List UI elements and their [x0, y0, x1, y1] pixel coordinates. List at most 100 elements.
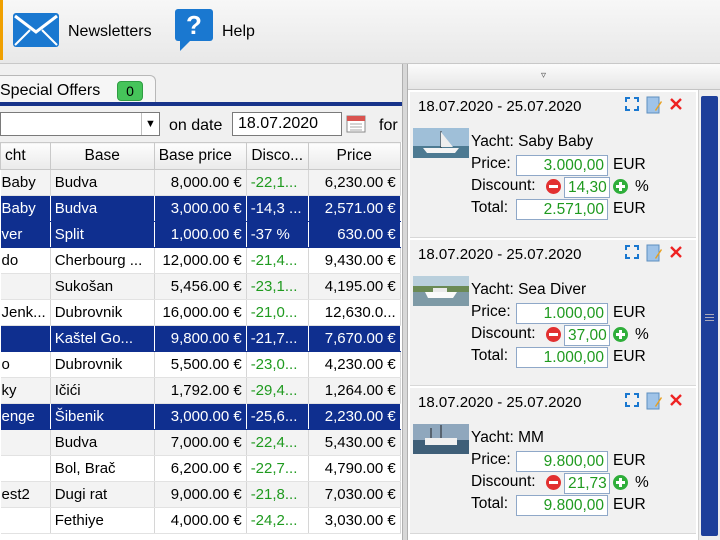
- cell-base: Ičići: [50, 377, 155, 404]
- help-button[interactable]: ? Help: [174, 8, 255, 56]
- offer-period: 18.07.2020 - 25.07.2020: [418, 98, 582, 115]
- cell-discount: -14,3 ...: [246, 195, 309, 222]
- envelope-icon: [12, 10, 60, 55]
- detail-scrollbar[interactable]: [698, 90, 720, 540]
- table-row[interactable]: Jenk... Dubrovnik 16,000.00 € -21,0... 12,63…: [0, 299, 401, 326]
- sort-indicator-icon[interactable]: ▿: [541, 70, 546, 81]
- close-icon[interactable]: [668, 244, 684, 265]
- close-icon[interactable]: [668, 392, 684, 413]
- discount-field[interactable]: 37,00: [564, 325, 610, 346]
- cell-discount: -21,4...: [246, 247, 309, 274]
- filter-combo[interactable]: ▼: [0, 112, 160, 136]
- cell-yacht: [0, 429, 51, 456]
- edge-marker: [0, 0, 3, 60]
- tab-special-offers[interactable]: Special Offers 0: [0, 75, 156, 105]
- cell-base-price: 5,500.00 €: [154, 351, 247, 378]
- table-row[interactable]: Fethiye 4,000.00 € -24,2... 3,030.00 €: [0, 507, 401, 534]
- cell-discount: -22,4...: [246, 429, 309, 456]
- table-row[interactable]: o Dubrovnik 5,500.00 € -23,0... 4,230.00 €: [0, 351, 401, 378]
- table-row[interactable]: ver Split 1,000.00 € -37 % 630.00 €: [0, 221, 401, 248]
- table-row[interactable]: ky Ičići 1,792.00 € -29,4... 1,264.00 €: [0, 377, 401, 404]
- cell-base-price: 9,000.00 €: [154, 481, 247, 508]
- offer-card[interactable]: 18.07.2020 - 25.07.2020 Yacht: Sea Diver P…: [410, 240, 696, 386]
- newsletters-button[interactable]: Newsletters: [12, 8, 152, 56]
- yacht-name: Yacht: Sea Diver: [471, 281, 587, 298]
- discount-field[interactable]: 21,73: [564, 473, 610, 494]
- price-field[interactable]: 3.000,00: [516, 155, 608, 176]
- decrease-discount-icon[interactable]: [546, 179, 561, 194]
- discount-label: Discount:: [471, 177, 536, 194]
- offer-actions: [624, 96, 694, 116]
- cell-yacht: o: [0, 351, 51, 378]
- cell-yacht: ky: [0, 377, 51, 404]
- price-field[interactable]: 9.800,00: [516, 451, 608, 472]
- decrease-discount-icon[interactable]: [546, 327, 561, 342]
- price-field[interactable]: 1.000,00: [516, 303, 608, 324]
- percent-label: %: [635, 326, 649, 343]
- increase-discount-icon[interactable]: [613, 327, 628, 342]
- cell-yacht: Baby: [0, 195, 51, 222]
- cell-base-price: 3,000.00 €: [154, 403, 247, 430]
- calendar-icon[interactable]: [345, 113, 367, 135]
- table-row[interactable]: est2 Dugi rat 9,000.00 € -21,8... 7,030.00 €: [0, 481, 401, 508]
- column-header-price[interactable]: Price: [307, 142, 401, 170]
- decrease-discount-icon[interactable]: [546, 475, 561, 490]
- price-label: Price:: [471, 303, 511, 320]
- yacht-name: Yacht: Saby Baby: [471, 133, 594, 150]
- yacht-photo[interactable]: [413, 128, 469, 158]
- column-header-discount[interactable]: Disco...: [245, 142, 309, 170]
- cell-price: 4,230.00 €: [308, 351, 401, 378]
- cell-discount: -24,2...: [246, 507, 309, 534]
- offer-actions: [624, 392, 694, 412]
- expand-icon[interactable]: [624, 96, 640, 117]
- table-row[interactable]: Bol, Brač 6,200.00 € -22,7... 4,790.00 €: [0, 455, 401, 482]
- close-icon[interactable]: [668, 96, 684, 117]
- cell-base: Dubrovnik: [50, 351, 155, 378]
- edit-document-icon[interactable]: [646, 244, 662, 267]
- total-field[interactable]: 9.800,00: [516, 495, 608, 516]
- total-field[interactable]: 1.000,00: [516, 347, 608, 368]
- table-row[interactable]: Budva 7,000.00 € -22,4... 5,430.00 €: [0, 429, 401, 456]
- scrollbar-thumb[interactable]: [701, 96, 718, 536]
- column-header-yacht[interactable]: cht: [0, 142, 51, 170]
- cell-discount: -25,6...: [246, 403, 309, 430]
- offers-grid: cht Base Base price Disco... Price Baby B…: [0, 142, 402, 540]
- offer-card[interactable]: 18.07.2020 - 25.07.2020 Yacht: Saby Baby P…: [410, 92, 696, 238]
- percent-label: %: [635, 474, 649, 491]
- table-row[interactable]: Baby Budva 8,000.00 € -22,1... 6,230.00 €: [0, 169, 401, 196]
- expand-icon[interactable]: [624, 244, 640, 265]
- column-header-base[interactable]: Base: [49, 142, 155, 170]
- tab-strip: Special Offers 0: [0, 64, 407, 105]
- currency-label: EUR: [613, 304, 646, 321]
- edit-document-icon[interactable]: [646, 96, 662, 119]
- cell-yacht: enge: [0, 403, 51, 430]
- offer-card[interactable]: 18.07.2020 - 25.07.2020 Yacht: MM Price: 9.…: [410, 388, 696, 534]
- increase-discount-icon[interactable]: [613, 179, 628, 194]
- table-row[interactable]: enge Šibenik 3,000.00 € -25,6... 2,230.00 €: [0, 403, 401, 430]
- offer-actions: [624, 244, 694, 264]
- cell-discount: -23,0...: [246, 351, 309, 378]
- yacht-photo[interactable]: [413, 276, 469, 306]
- total-field[interactable]: 2.571,00: [516, 199, 608, 220]
- cell-yacht: do: [0, 247, 51, 274]
- help-label: Help: [222, 23, 255, 40]
- column-header-base-price[interactable]: Base price: [153, 142, 247, 170]
- date-input[interactable]: [232, 112, 342, 136]
- cell-base-price: 8,000.00 €: [154, 169, 247, 196]
- table-row[interactable]: Kaštel Go... 9,800.00 € -21,7... 7,670.00 €: [0, 325, 401, 352]
- cell-price: 12,630.0...: [308, 299, 401, 326]
- total-label: Total:: [471, 347, 509, 364]
- discount-field[interactable]: 14,30: [564, 177, 610, 198]
- svg-text:?: ?: [186, 10, 202, 40]
- increase-discount-icon[interactable]: [613, 475, 628, 490]
- table-row[interactable]: do Cherbourg ... 12,000.00 € -21,4... 9,430.…: [0, 247, 401, 274]
- yacht-photo[interactable]: [413, 424, 469, 454]
- cell-yacht: [0, 325, 51, 352]
- chevron-down-icon[interactable]: ▼: [141, 113, 159, 135]
- table-row[interactable]: Sukošan 5,456.00 € -23,1... 4,195.00 €: [0, 273, 401, 300]
- on-date-label: on date: [169, 117, 223, 134]
- edit-document-icon[interactable]: [646, 392, 662, 415]
- table-row[interactable]: Baby Budva 3,000.00 € -14,3 ... 2,571.00 €: [0, 195, 401, 222]
- cell-base-price: 4,000.00 €: [154, 507, 247, 534]
- expand-icon[interactable]: [624, 392, 640, 413]
